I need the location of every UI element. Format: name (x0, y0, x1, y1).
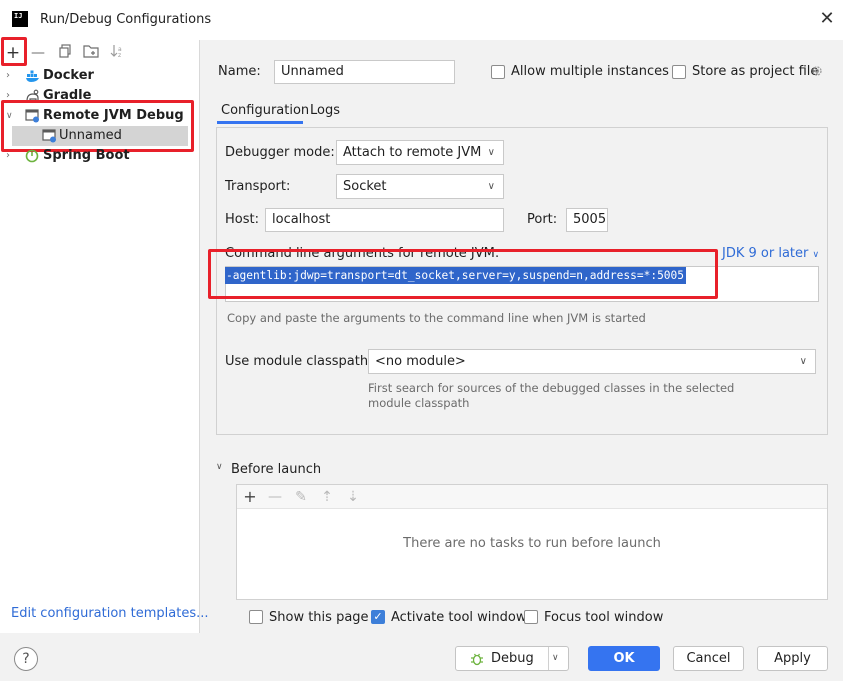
chevron-down-icon[interactable]: ∨ (216, 462, 223, 472)
module-classpath-value: <no module> (375, 354, 466, 369)
module-hint-line1: First search for sources of the debugged… (368, 381, 735, 395)
spring-boot-icon (25, 149, 40, 163)
cancel-button[interactable]: Cancel (673, 646, 744, 671)
folder-icon (83, 45, 99, 58)
tab-logs[interactable]: Logs (310, 103, 340, 118)
bug-icon (470, 651, 484, 674)
active-tab-indicator (217, 121, 303, 124)
show-page-checkbox[interactable] (249, 610, 263, 624)
host-label: Host: (225, 212, 259, 227)
allow-multiple-label: Allow multiple instances (511, 64, 669, 79)
remove-configuration-button[interactable]: — (28, 44, 48, 62)
tree-item-label: Spring Boot (43, 148, 130, 163)
apply-button[interactable]: Apply (757, 646, 828, 671)
store-project-label: Store as project file (692, 64, 819, 79)
tree-item-label: Docker (43, 68, 94, 83)
module-classpath-select[interactable]: <no module> ∨ (368, 349, 816, 374)
show-page-label: Show this page (269, 610, 369, 625)
transport-label: Transport: (225, 179, 291, 194)
add-task-button[interactable]: + (241, 488, 259, 506)
chevron-down-icon[interactable]: ∨ (552, 647, 559, 670)
before-launch-label[interactable]: Before launch (231, 462, 321, 477)
name-input[interactable]: Unnamed (274, 60, 455, 84)
copy-icon (59, 44, 71, 58)
cmd-args-hint: Copy and paste the arguments to the comm… (227, 311, 646, 325)
debugger-mode-value: Attach to remote JVM (343, 145, 482, 160)
module-hint-line2: module classpath (368, 396, 470, 410)
chevron-down-icon: ∨ (812, 250, 820, 260)
help-button[interactable]: ? (14, 647, 38, 671)
tree-item-docker[interactable]: › Docker (0, 66, 200, 86)
port-label: Port: (527, 212, 558, 227)
debug-split-button[interactable]: Debug ∨ (455, 646, 569, 671)
activate-tool-checkbox[interactable]: ✓ (371, 610, 385, 624)
port-input[interactable]: 5005 (566, 208, 608, 232)
docker-icon (25, 69, 40, 83)
add-button-highlight (1, 37, 27, 66)
cmd-args-highlight (208, 249, 718, 299)
gear-icon[interactable] (810, 64, 824, 82)
edit-templates-link[interactable]: Edit configuration templates... (11, 606, 209, 621)
debugger-mode-label: Debugger mode: (225, 145, 335, 160)
module-classpath-label: Use module classpath: (225, 354, 373, 369)
focus-tool-checkbox[interactable] (524, 610, 538, 624)
new-folder-button[interactable] (81, 44, 101, 62)
focus-tool-label: Focus tool window (544, 610, 664, 625)
jdk-version-label: JDK 9 or later (722, 246, 809, 261)
chevron-down-icon: ∨ (487, 181, 495, 192)
debug-label: Debug (491, 651, 534, 666)
transport-select[interactable]: Socket ∨ (336, 174, 504, 199)
copy-configuration-button[interactable] (55, 44, 75, 62)
name-label: Name: (218, 64, 261, 79)
svg-text:z: z (118, 52, 121, 58)
move-down-button[interactable]: ⇣ (344, 488, 362, 506)
store-project-checkbox[interactable] (672, 65, 686, 79)
chevron-down-icon: ∨ (799, 356, 807, 367)
chevron-down-icon: ∨ (487, 147, 495, 158)
window-title: Run/Debug Configurations (40, 12, 212, 27)
remove-task-button[interactable]: — (266, 488, 284, 506)
remote-jvm-highlight (1, 100, 194, 152)
activate-tool-label: Activate tool window (391, 610, 527, 625)
before-launch-empty-text: There are no tasks to run before launch (403, 536, 661, 551)
close-icon[interactable]: ✕ (818, 9, 836, 29)
host-input[interactable]: localhost (265, 208, 504, 232)
sort-icon: az (110, 45, 122, 59)
debugger-mode-select[interactable]: Attach to remote JVM ∨ (336, 140, 504, 165)
move-up-button[interactable]: ⇡ (318, 488, 336, 506)
jdk-version-link[interactable]: JDK 9 or later ∨ (722, 246, 819, 261)
sort-configurations-button[interactable]: az (107, 44, 127, 62)
tree-item-spring-boot[interactable]: › Spring Boot (0, 146, 200, 166)
chevron-right-icon[interactable]: › (6, 146, 16, 166)
edit-task-button[interactable]: ✎ (292, 488, 310, 506)
transport-value: Socket (343, 179, 387, 194)
ok-button[interactable]: OK (588, 646, 660, 671)
tab-configuration[interactable]: Configuration (221, 103, 309, 118)
split-divider (548, 647, 549, 670)
chevron-right-icon[interactable]: › (6, 66, 16, 86)
allow-multiple-checkbox[interactable] (491, 65, 505, 79)
intellij-app-icon: IJ (12, 11, 28, 27)
